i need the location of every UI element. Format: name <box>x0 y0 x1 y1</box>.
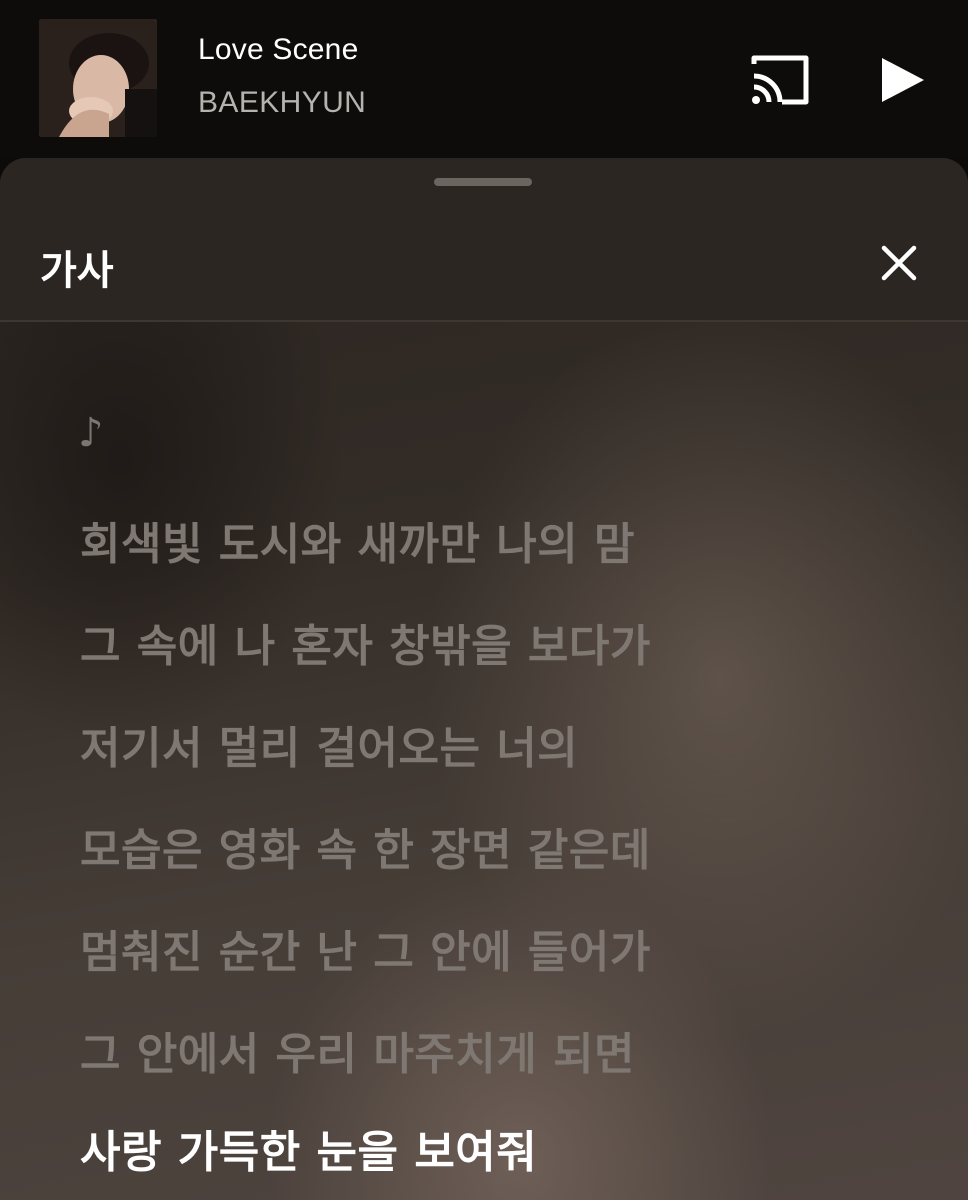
play-icon <box>882 58 924 102</box>
lyric-line[interactable]: 회색빛 도시와 새까만 나의 맘 <box>80 508 635 572</box>
lyrics-sheet[interactable]: 가사 ♪ 회색빛 도시와 새까만 나의 맘 그 속에 나 혼자 창밖을 보다가 … <box>0 158 968 1200</box>
lyric-line[interactable]: 모습은 영화 속 한 장면 같은데 <box>80 814 651 878</box>
lyrics-sheet-header: 가사 <box>0 158 968 322</box>
close-icon <box>881 245 917 281</box>
intro-music-note: ♪ <box>78 410 104 456</box>
lyric-line-active[interactable]: 사랑 가득한 눈을 보여줘 <box>80 1116 537 1180</box>
song-artist[interactable]: BAEKHYUN <box>198 86 366 120</box>
lyric-line[interactable]: 그 안에서 우리 마주치게 되면 <box>80 1018 635 1082</box>
album-art[interactable] <box>39 19 157 137</box>
album-cover-portrait <box>39 19 157 137</box>
cast-button[interactable] <box>748 52 812 108</box>
lyric-line[interactable]: 멈춰진 순간 난 그 안에 들어가 <box>80 916 651 980</box>
close-button[interactable] <box>876 240 922 286</box>
drag-handle[interactable] <box>434 178 532 186</box>
play-button[interactable] <box>872 50 932 110</box>
cast-icon <box>751 55 809 105</box>
lyrics-title: 가사 <box>40 248 114 294</box>
mini-player[interactable]: Love Scene BAEKHYUN <box>0 0 968 158</box>
lyric-line[interactable]: 저기서 멀리 걸어오는 너의 <box>80 712 578 776</box>
song-title[interactable]: Love Scene <box>198 33 358 67</box>
app-screen: Love Scene BAEKHYUN 가사 ♪ 회색빛 도시와 새까만 나의 … <box>0 0 968 1200</box>
lyric-line[interactable]: 그 속에 나 혼자 창밖을 보다가 <box>80 610 651 674</box>
